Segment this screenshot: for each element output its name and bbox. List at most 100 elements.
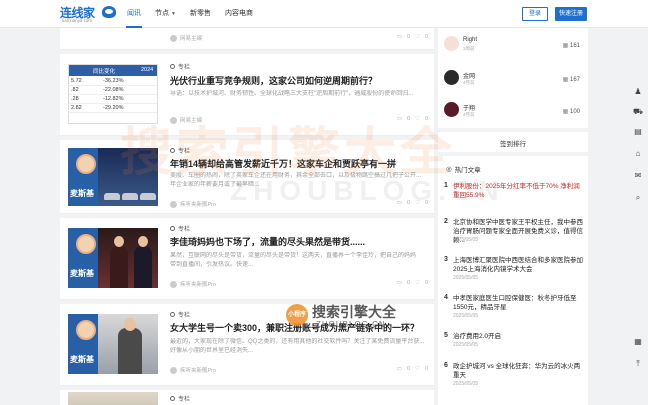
sidebar: Right 2周前 161 金网 4月前 167 于翔 4月前 100 签到排行… <box>438 28 588 405</box>
hot-article-title[interactable]: 政企护城河 vs 全球化狂奔：华为云的冰火两重天 <box>453 362 585 380</box>
avatar <box>444 70 459 85</box>
like-count: 0 <box>424 34 428 40</box>
article-title[interactable]: 光伏行业重写竞争规则，这家公司如何逆周期前行？ <box>170 74 428 87</box>
ranking-name: 于翔 <box>463 106 476 112</box>
hot-article-title[interactable]: 上海医博汇聚医院中西医结合和多家医院参加2025上海消化内镜学术大会 <box>453 256 585 274</box>
comment-icon: ▭ <box>396 280 402 286</box>
nav-item-new-retail[interactable]: 新零售 <box>183 0 218 28</box>
comment-count: 0 <box>406 366 410 372</box>
hot-article-date: 2025/05/05 <box>453 275 479 281</box>
like-icon: ♡ <box>415 34 420 40</box>
site-logo[interactable]: 连线家 lianxianjia.com <box>60 4 120 24</box>
article-title[interactable]: 李佳琦妈妈也下场了，流量的尽头果然是带货...... <box>170 235 428 248</box>
search-icon[interactable]: ⌕ <box>632 192 644 204</box>
hot-article-item[interactable]: 4 中孝医家庭医生口腔保健医：秋冬护牙低至1550元，精品牙星 2025/05/… <box>444 294 584 330</box>
hot-article-title[interactable]: 治疗费用2.0开启 <box>453 332 585 341</box>
topic-icon <box>170 226 175 231</box>
ranking-item[interactable]: Right 2周前 161 <box>438 30 588 62</box>
table-header: 同比变化 2024 <box>69 65 157 76</box>
topic-tag[interactable]: 专栏 <box>170 394 190 403</box>
author-name[interactable]: 网易主编 <box>180 34 202 42</box>
like-icon: ♡ <box>415 366 420 372</box>
article-thumbnail[interactable] <box>68 392 158 405</box>
hot-article-item[interactable]: 6 政企护城河 vs 全球化狂奔：华为云的冰火两重天 2025/05/05 <box>444 362 584 398</box>
mail-icon[interactable]: ✉ <box>632 170 644 182</box>
article-card[interactable]: 麦斯基 专栏 李佳琦妈妈也下场了，流量的尽头果然是带货...... 果然，互联网… <box>60 218 434 300</box>
ranking-name: 金网 <box>463 74 476 80</box>
topic-icon <box>170 64 175 69</box>
comment-count: 0 <box>406 280 410 286</box>
logo-mascot-icon <box>102 6 116 18</box>
topic-tag[interactable]: 专栏 <box>170 224 190 233</box>
hot-article-title[interactable]: 中孝医家庭医生口腔保健医：秋冬护牙低至1550元，精品牙星 <box>453 294 585 312</box>
hot-article-rank: 2 <box>444 218 448 225</box>
checkin-ranking-list: Right 2周前 161 金网 4月前 167 于翔 4月前 100 <box>438 28 588 128</box>
login-button[interactable]: 登录 <box>522 7 548 21</box>
hot-article-rank: 3 <box>444 256 448 263</box>
avatar <box>170 200 177 208</box>
avatar <box>444 36 459 51</box>
doc-icon[interactable]: ▤ <box>632 126 644 138</box>
ranking-item[interactable]: 金网 4月前 167 <box>438 64 588 96</box>
ranking-time: 4月前 <box>463 80 475 85</box>
topic-tag[interactable]: 专栏 <box>170 62 190 71</box>
watermark-small-text: 搜索引擎大全 <box>312 304 396 320</box>
avatar <box>170 34 177 42</box>
like-count: 0 <box>424 280 428 286</box>
avatar <box>170 366 177 374</box>
article-thumbnail[interactable]: 麦斯基 <box>68 228 158 288</box>
table-row: .28 -12.82% <box>69 95 157 104</box>
article-excerpt-line2: 带到直播间，引发热议。快速... <box>170 262 254 268</box>
article-list: 网易主编 ▭ 0 ♡ 0 同比变化 2024 5.72 -36.23% .82 -22.0… <box>60 28 434 405</box>
watermark-logo: 小程序 <box>286 304 308 326</box>
watermark-text: 搜索引擎大全 <box>120 124 457 182</box>
ranking-heading-box: 签到排行 <box>438 132 588 152</box>
author-name[interactable]: 疾听夹新舰Pro <box>180 200 216 208</box>
hot-article-item[interactable]: 2 北京协和医学中医专家王平权主任，我中参西治疗胃肠问题专家全面开展免费义诊，值… <box>444 218 584 254</box>
like-count: 0 <box>424 366 428 372</box>
article-excerpt: 导语：以技术护城河、财务韧性、全球化战略三大支柱"逆周期前行"，通威股份的使命回… <box>170 91 414 97</box>
topic-icon <box>170 312 175 317</box>
nav-label: 闻讯 <box>127 10 141 17</box>
article-thumbnail[interactable]: 麦斯基 <box>68 314 158 374</box>
back-to-top-icon[interactable]: ⤒ <box>632 358 644 370</box>
nav-item-nodes[interactable]: 节点 ▼ <box>148 0 183 28</box>
watermark-badge: 小程序 搜索引擎大全 ZHOUBLOG.CN <box>286 302 396 342</box>
ranking-count: 167 <box>563 76 580 83</box>
nav-item-content-ecommerce[interactable]: 内容电商 <box>218 0 260 28</box>
nav-label: 内容电商 <box>224 10 253 17</box>
article-meta: 网易主编 ▭ 0 ♡ 0 <box>170 34 428 42</box>
chevron-down-icon: ▼ <box>171 11 176 17</box>
article-meta: 疾听夹新舰Pro ▭ 0 ♡ 0 <box>170 280 428 288</box>
like-icon: ♡ <box>415 280 420 286</box>
nav-label: 节点 <box>155 10 169 17</box>
article-card[interactable]: 专栏 <box>60 390 434 405</box>
user-icon[interactable]: ♟ <box>632 86 644 98</box>
qr-icon[interactable]: ▦ <box>632 336 644 348</box>
article-card[interactable]: 网易主编 ▭ 0 ♡ 0 <box>60 28 434 50</box>
hot-article-item[interactable]: 5 治疗费用2.0开启 2025/05/05 <box>444 332 584 360</box>
table-header-cell: 同比变化 <box>93 69 116 75</box>
hot-article-date: 2025/05/05 <box>453 313 479 319</box>
hot-article-date: 2025/05/05 <box>453 381 479 387</box>
table-header-cell: 2024 <box>141 67 154 73</box>
author-name[interactable]: 疾听夹新舰Pro <box>180 366 216 374</box>
topic-icon <box>170 396 175 401</box>
topic-tag[interactable]: 专栏 <box>170 310 190 319</box>
hot-article-rank: 5 <box>444 332 448 339</box>
gift-icon[interactable]: ⌂ <box>632 148 644 160</box>
ranking-item[interactable]: 于翔 4月前 100 <box>438 96 588 128</box>
main-nav: 闻讯 节点 ▼ 新零售 内容电商 <box>120 0 260 28</box>
hot-article-rank: 4 <box>444 294 448 301</box>
author-name[interactable]: 疾听夹新舰Pro <box>180 280 216 288</box>
register-button[interactable]: 快速注册 <box>555 7 587 21</box>
site-header: 连线家 lianxianjia.com 闻讯 节点 ▼ 新零售 内容电商 登录 快… <box>0 0 648 28</box>
ranking-heading[interactable]: 签到排行 <box>438 138 588 148</box>
ranking-time: 2周前 <box>463 46 475 51</box>
nav-item-news[interactable]: 闻讯 <box>120 0 148 28</box>
hot-article-item[interactable]: 3 上海医博汇聚医院中西医结合和多家医院参加2025上海消化内镜学术大会 202… <box>444 256 584 292</box>
watermark-domain: ZHOUBLOG.CN <box>230 175 505 206</box>
ranking-count: 100 <box>563 108 580 115</box>
thumbnail-brand-text: 麦斯基 <box>70 355 94 364</box>
cart-icon[interactable]: ⛟ <box>632 106 644 118</box>
